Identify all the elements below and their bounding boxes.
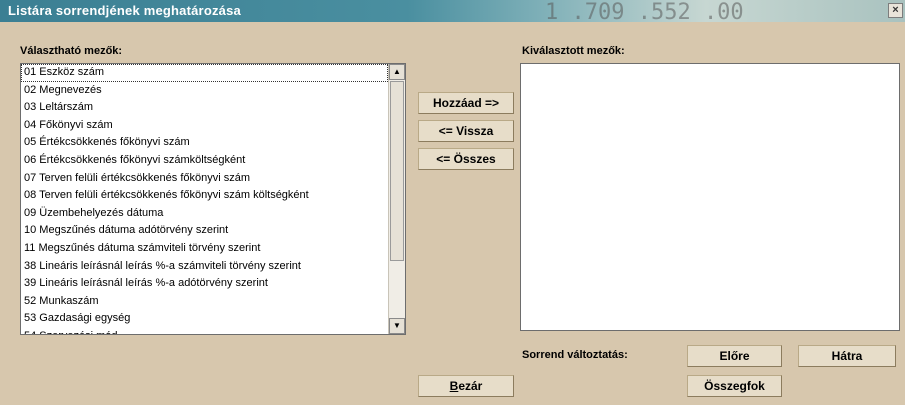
list-item[interactable]: 04 Főkönyvi szám <box>21 117 388 135</box>
add-button[interactable]: Hozzáad => <box>418 92 514 114</box>
list-scrollbar[interactable]: ▲ ▼ <box>388 64 405 334</box>
available-fields-label: Választható mezők: <box>20 45 123 57</box>
title-bar: Listára sorrendjének meghatározása 1 .70… <box>0 0 905 22</box>
scroll-down-icon[interactable]: ▼ <box>389 318 405 334</box>
list-item[interactable]: 08 Terven felüli értékcsökkenés főkönyvi… <box>21 187 388 205</box>
list-item[interactable]: 10 Megszűnés dátuma adótörvény szerint <box>21 222 388 240</box>
back-button[interactable]: <= Vissza <box>418 120 514 142</box>
list-item[interactable]: 09 Üzembehelyezés dátuma <box>21 205 388 223</box>
list-item[interactable]: 38 Lineáris leírásnál leírás %-a számvit… <box>21 258 388 276</box>
window-title: Listára sorrendjének meghatározása <box>8 3 241 18</box>
list-item[interactable]: 53 Gazdasági egység <box>21 310 388 328</box>
order-change-label: Sorrend változtatás: <box>522 349 628 361</box>
list-item[interactable]: 52 Munkaszám <box>21 293 388 311</box>
scroll-thumb[interactable] <box>390 81 404 261</box>
list-item[interactable]: 11 Megszűnés dátuma számviteli törvény s… <box>21 240 388 258</box>
list-item[interactable]: 05 Értékcsökkenés főkönyvi szám <box>21 134 388 152</box>
list-item[interactable]: 02 Megnevezés <box>21 82 388 100</box>
close-icon[interactable]: × <box>888 3 903 18</box>
selected-fields-list[interactable] <box>520 63 900 331</box>
list-item[interactable]: 06 Értékcsökkenés főkönyvi számköltségké… <box>21 152 388 170</box>
list-item[interactable]: 03 Leltárszám <box>21 99 388 117</box>
title-bar-decoration: 1 .709 .552 .00 <box>545 0 744 22</box>
available-fields-list[interactable]: 01 Eszköz szám 02 Megnevezés 03 Leltárszám… <box>20 63 406 335</box>
list-item[interactable]: 01 Eszköz szám <box>21 64 388 82</box>
forward-button[interactable]: Előre <box>687 345 782 367</box>
close-button[interactable]: Bezár <box>418 375 514 397</box>
list-item[interactable]: 39 Lineáris leírásnál leírás %-a adótörv… <box>21 275 388 293</box>
selected-fields-label: Kiválasztott mezők: <box>522 45 625 57</box>
backward-button[interactable]: Hátra <box>798 345 896 367</box>
available-fields-items: 01 Eszköz szám 02 Megnevezés 03 Leltárszám… <box>21 64 388 334</box>
collapse-button[interactable]: Összegfok <box>687 375 782 397</box>
remove-all-button[interactable]: <= Összes <box>418 148 514 170</box>
list-item[interactable]: 07 Terven felüli értékcsökkenés főkönyvi… <box>21 170 388 188</box>
list-item[interactable]: 54 Szervezési mód <box>21 328 388 334</box>
scroll-up-icon[interactable]: ▲ <box>389 64 405 80</box>
